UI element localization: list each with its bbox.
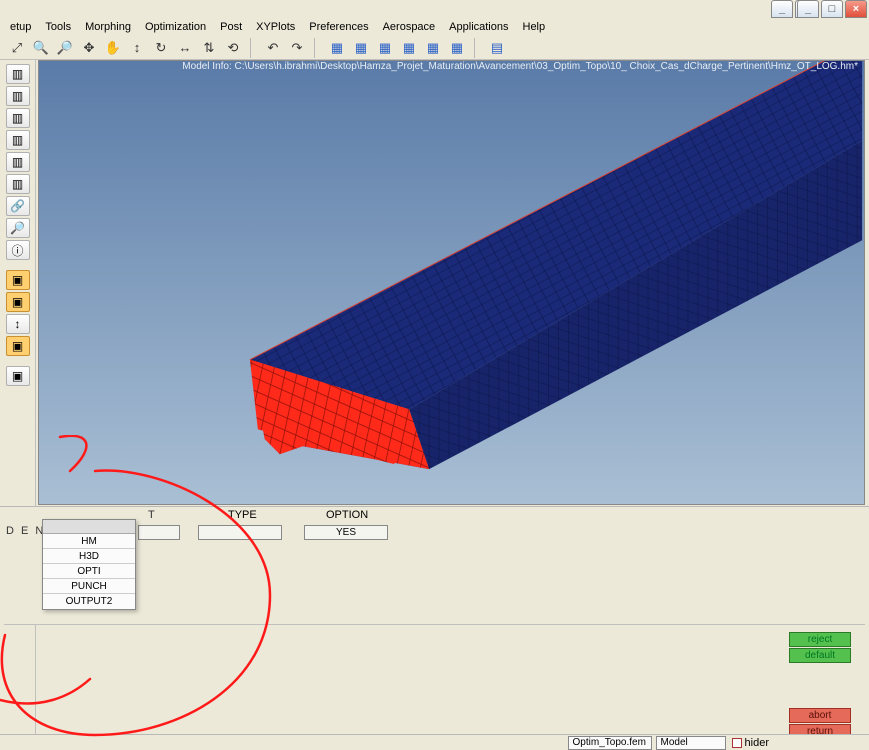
- menu-morphing[interactable]: Morphing: [79, 19, 137, 35]
- vtool-9-icon[interactable]: ▣: [6, 270, 30, 290]
- status-bar: Optim_Topo.fem Model hider: [0, 734, 869, 750]
- vtool-12-icon[interactable]: ▣: [6, 336, 30, 356]
- hand-icon[interactable]: ✋: [102, 38, 124, 58]
- vtool-13-icon[interactable]: ▣: [6, 366, 30, 386]
- minimize-button[interactable]: _: [797, 0, 819, 18]
- toolbar-separator: [250, 38, 256, 58]
- dropdown-item-punch[interactable]: PUNCH: [43, 579, 135, 594]
- vtool-5-icon[interactable]: ▥: [6, 152, 30, 172]
- vtool-info-icon[interactable]: ⓘ: [6, 240, 30, 260]
- view3-icon[interactable]: ▦: [374, 38, 396, 58]
- format-dropdown: HM H3D OPTI PUNCH OUTPUT2: [42, 519, 136, 610]
- model-info-text: Model Info: C:\Users\h.ibrahmi\Desktop\H…: [182, 61, 858, 72]
- default-button[interactable]: default: [789, 648, 851, 663]
- status-check-label: hider: [745, 737, 769, 749]
- vtool-3-icon[interactable]: ▥: [6, 108, 30, 128]
- dropdown-item-hm[interactable]: HM: [43, 534, 135, 549]
- view2-icon[interactable]: ▦: [350, 38, 372, 58]
- header-option: OPTION: [326, 509, 368, 521]
- rotate-icon[interactable]: ↻: [150, 38, 172, 58]
- vtool-10-icon[interactable]: ▣: [6, 292, 30, 312]
- view4-icon[interactable]: ▦: [398, 38, 420, 58]
- cell-t[interactable]: [138, 525, 180, 540]
- header-t: T: [148, 509, 155, 521]
- view1-icon[interactable]: ▦: [326, 38, 348, 58]
- vtool-11-icon[interactable]: ↕: [6, 314, 30, 334]
- menu-optimization[interactable]: Optimization: [139, 19, 212, 35]
- model-render: [39, 61, 864, 504]
- row-label-den: D E N: [6, 525, 45, 537]
- fit-icon[interactable]: ⤢: [6, 38, 28, 58]
- view7-icon[interactable]: ▤: [486, 38, 508, 58]
- status-field-1[interactable]: Optim_Topo.fem: [568, 736, 652, 750]
- pan-icon[interactable]: ✥: [78, 38, 100, 58]
- abort-button[interactable]: abort: [789, 708, 851, 723]
- toolbar-separator: [474, 38, 480, 58]
- menu-help[interactable]: Help: [517, 19, 552, 35]
- menu-tools[interactable]: Tools: [39, 19, 77, 35]
- model-viewport[interactable]: Model Info: C:\Users\h.ibrahmi\Desktop\H…: [38, 60, 865, 505]
- toolbar-separator: [314, 38, 320, 58]
- cell-option[interactable]: YES: [304, 525, 388, 540]
- horizontal-icon[interactable]: ↔: [174, 38, 196, 58]
- view6-icon[interactable]: ▦: [446, 38, 468, 58]
- vtool-link-icon[interactable]: 🔗: [6, 196, 30, 216]
- vertical-icon[interactable]: ↕: [126, 38, 148, 58]
- vtool-4-icon[interactable]: ▥: [6, 130, 30, 150]
- maximize-button[interactable]: □: [821, 0, 843, 18]
- spin-icon[interactable]: ⟲: [222, 38, 244, 58]
- dropdown-item-h3d[interactable]: H3D: [43, 549, 135, 564]
- redo-icon[interactable]: ↷: [286, 38, 308, 58]
- reject-button[interactable]: reject: [789, 632, 851, 647]
- menu-applications[interactable]: Applications: [443, 19, 514, 35]
- vtool-6-icon[interactable]: ▥: [6, 174, 30, 194]
- close-button[interactable]: ×: [845, 0, 867, 18]
- menu-bar: etup Tools Morphing Optimization Post XY…: [0, 18, 869, 36]
- vtool-find-icon[interactable]: 🔎: [6, 218, 30, 238]
- toolbar: ⤢ 🔍 🔎 ✥ ✋ ↕ ↻ ↔ ⇅ ⟲ ↶ ↷ ▦ ▦ ▦ ▦ ▦ ▦ ▤: [0, 36, 869, 60]
- status-checkbox-icon[interactable]: [732, 738, 742, 748]
- menu-aerospace[interactable]: Aerospace: [377, 19, 442, 35]
- undo-icon[interactable]: ↶: [262, 38, 284, 58]
- vtool-1-icon[interactable]: ▥: [6, 64, 30, 84]
- panel-divider: [4, 624, 865, 626]
- menu-xyplots[interactable]: XYPlots: [250, 19, 301, 35]
- menu-setup[interactable]: etup: [4, 19, 37, 35]
- menu-preferences[interactable]: Preferences: [303, 19, 374, 35]
- vertical-toolbar: ▥ ▥ ▥ ▥ ▥ ▥ 🔗 🔎 ⓘ ▣ ▣ ↕ ▣ ▣: [0, 60, 36, 750]
- dropdown-header: [43, 520, 135, 534]
- dropdown-item-opti[interactable]: OPTI: [43, 564, 135, 579]
- cell-type[interactable]: [198, 525, 282, 540]
- menu-post[interactable]: Post: [214, 19, 248, 35]
- dropdown-item-output2[interactable]: OUTPUT2: [43, 594, 135, 609]
- updown-icon[interactable]: ⇅: [198, 38, 220, 58]
- header-type: TYPE: [228, 509, 257, 521]
- vtool-2-icon[interactable]: ▥: [6, 86, 30, 106]
- options-panel: T TYPE OPTION D E N YES HM H3D OPTI PUNC…: [0, 506, 869, 624]
- view5-icon[interactable]: ▦: [422, 38, 444, 58]
- zoom-in-icon[interactable]: 🔍: [30, 38, 52, 58]
- prev-minimize-button[interactable]: _: [771, 0, 793, 18]
- zoom-out-icon[interactable]: 🔎: [54, 38, 76, 58]
- status-field-2[interactable]: Model: [656, 736, 726, 750]
